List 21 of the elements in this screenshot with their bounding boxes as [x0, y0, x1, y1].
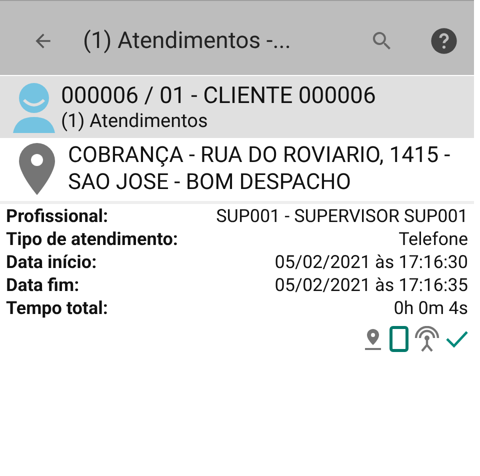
- location-pin-icon: [362, 327, 384, 351]
- field-label: Tipo de atendimento:: [6, 228, 178, 252]
- help-icon: [430, 27, 458, 55]
- person-avatar-icon: [12, 81, 56, 133]
- field-value: SUP001 - SUPERVISOR SUP001: [216, 205, 468, 229]
- field-label: Data fim:: [6, 274, 80, 298]
- location-pin-icon: [19, 143, 55, 195]
- field-label: Profissional:: [6, 205, 108, 229]
- field-value: 05/02/2021 às 17:16:30: [274, 251, 468, 275]
- address-text: COBRANÇA - RUA DO ROVIARIO, 1415 - SAO JOSE - BOM DESPACHO: [68, 142, 452, 196]
- field-value: 0h 0m 4s: [394, 297, 468, 321]
- client-subtitle: (1) Atendimentos: [61, 110, 209, 132]
- smartphone-icon: [389, 326, 409, 352]
- toolbar-title: (1) Atendimentos -...: [83, 26, 291, 56]
- checkmark-icon: [445, 329, 469, 349]
- field-value: 05/02/2021 às 17:16:35: [274, 274, 468, 298]
- field-label: Tempo total:: [6, 297, 108, 321]
- field-value: Telefone: [398, 228, 468, 252]
- antenna-icon: [414, 326, 440, 352]
- client-title: 000006 / 01 - CLIENTE 000006: [61, 82, 376, 110]
- field-label: Data início:: [6, 251, 97, 275]
